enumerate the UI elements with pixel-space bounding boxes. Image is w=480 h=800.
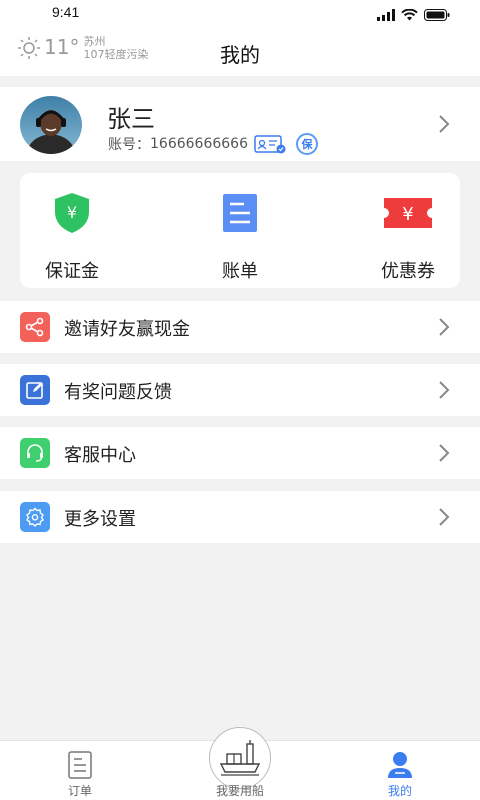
quick-actions-card: ¥ 保证金 账单 ¥ 优惠券 bbox=[20, 173, 460, 288]
tab-label-mine: 我的 bbox=[387, 784, 412, 798]
signal-icon bbox=[377, 9, 395, 21]
bill-icon bbox=[223, 194, 257, 232]
svg-text:¥: ¥ bbox=[402, 204, 413, 225]
tab-label-use-ship: 我要用船 bbox=[215, 784, 264, 798]
coupon-button[interactable]: ¥ 优惠券 bbox=[348, 191, 468, 283]
chevron-right-icon bbox=[439, 508, 450, 526]
ship-button[interactable] bbox=[209, 727, 271, 789]
order-icon bbox=[68, 751, 92, 779]
account-number: 16666666666 bbox=[150, 136, 248, 152]
tab-label-orders: 订单 bbox=[67, 784, 92, 798]
tab-bar: 订单 我要用船 我的 bbox=[0, 727, 480, 800]
account-label: 账号： bbox=[108, 137, 150, 153]
menu-item-settings[interactable]: 更多设置 bbox=[0, 491, 480, 543]
bill-label: 账单 bbox=[222, 261, 258, 282]
deposit-button[interactable]: ¥ 保证金 bbox=[12, 191, 132, 283]
chevron-right-icon bbox=[439, 381, 450, 399]
user-icon bbox=[388, 752, 412, 778]
avatar[interactable] bbox=[20, 96, 82, 154]
account-info: 账号： 16666666666 保 bbox=[108, 133, 318, 155]
coupon-label: 优惠券 bbox=[381, 261, 435, 282]
tab-use-ship[interactable]: 我要用船 bbox=[190, 727, 290, 800]
coupon-icon: ¥ bbox=[384, 198, 432, 228]
tab-orders[interactable]: 订单 bbox=[30, 741, 130, 800]
chevron-right-icon bbox=[439, 115, 450, 133]
settings-icon bbox=[20, 502, 50, 532]
id-card-verified-icon[interactable] bbox=[254, 134, 286, 154]
edit-icon bbox=[20, 375, 50, 405]
deposit-shield-icon: ¥ bbox=[55, 193, 89, 233]
chevron-right-icon bbox=[439, 444, 450, 462]
deposit-label: 保证金 bbox=[45, 261, 99, 282]
ship-icon bbox=[219, 740, 261, 776]
profile-card[interactable]: 张三 账号： 16666666666 保 bbox=[0, 87, 480, 161]
menu-item-invite[interactable]: 邀请好友赢现金 bbox=[0, 301, 480, 353]
menu-label-customer-service: 客服中心 bbox=[64, 445, 136, 466]
battery-icon bbox=[424, 9, 450, 21]
share-icon bbox=[20, 312, 50, 342]
menu-label-invite: 邀请好友赢现金 bbox=[64, 319, 190, 340]
tab-mine[interactable]: 我的 bbox=[350, 741, 450, 800]
menu-label-feedback: 有奖问题反馈 bbox=[64, 382, 172, 403]
user-name: 张三 bbox=[107, 105, 155, 133]
menu-item-feedback[interactable]: 有奖问题反馈 bbox=[0, 364, 480, 416]
chevron-right-icon bbox=[439, 318, 450, 336]
status-time: 9:41 bbox=[52, 4, 80, 20]
menu-label-settings: 更多设置 bbox=[64, 509, 136, 530]
wifi-icon bbox=[401, 9, 418, 21]
menu-item-customer-service[interactable]: 客服中心 bbox=[0, 427, 480, 479]
status-bar: 9:41 bbox=[0, 0, 480, 30]
page-title: 我的 bbox=[220, 43, 260, 67]
status-icons bbox=[377, 9, 450, 21]
svg-text:¥: ¥ bbox=[67, 203, 77, 222]
headset-icon bbox=[20, 438, 50, 468]
insurance-badge-icon[interactable]: 保 bbox=[295, 133, 318, 155]
header: 11° 苏州 107轻度污染 我的 bbox=[0, 30, 480, 76]
bill-button[interactable]: 账单 bbox=[180, 191, 300, 283]
